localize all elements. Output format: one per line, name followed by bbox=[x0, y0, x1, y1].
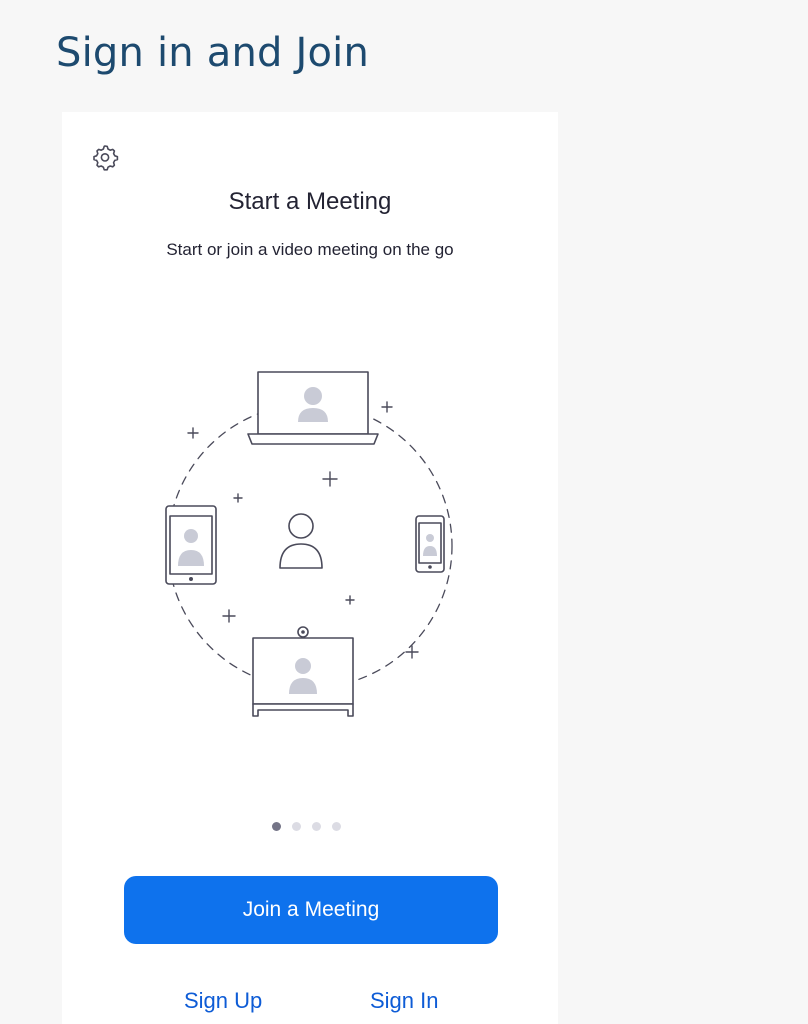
hero-subtitle: Start or join a video meeting on the go bbox=[166, 240, 454, 259]
user-avatar bbox=[279, 513, 323, 569]
meeting-illustration bbox=[150, 360, 470, 720]
laptop-device bbox=[247, 371, 379, 445]
carousel-dot-2[interactable] bbox=[292, 822, 301, 831]
gear-icon[interactable] bbox=[90, 142, 120, 172]
carousel-dot-4[interactable] bbox=[332, 822, 341, 831]
carousel-dot-1[interactable] bbox=[272, 822, 281, 831]
tablet-device bbox=[165, 505, 217, 585]
join-meeting-button[interactable]: Join a Meeting bbox=[124, 876, 498, 944]
carousel-pager bbox=[272, 822, 341, 831]
sign-in-link[interactable]: Sign In bbox=[370, 988, 439, 1014]
app-screen: Start a Meeting Start or join a video me… bbox=[62, 112, 558, 1024]
page-title: Sign in and Join bbox=[56, 30, 370, 76]
phone-device bbox=[415, 515, 445, 573]
carousel-dot-3[interactable] bbox=[312, 822, 321, 831]
sign-up-link[interactable]: Sign Up bbox=[184, 988, 262, 1014]
page: Sign in and Join Start a Meeting Start o… bbox=[0, 0, 808, 1024]
hero-title: Start a Meeting bbox=[228, 188, 392, 215]
room-system-device bbox=[252, 626, 354, 717]
